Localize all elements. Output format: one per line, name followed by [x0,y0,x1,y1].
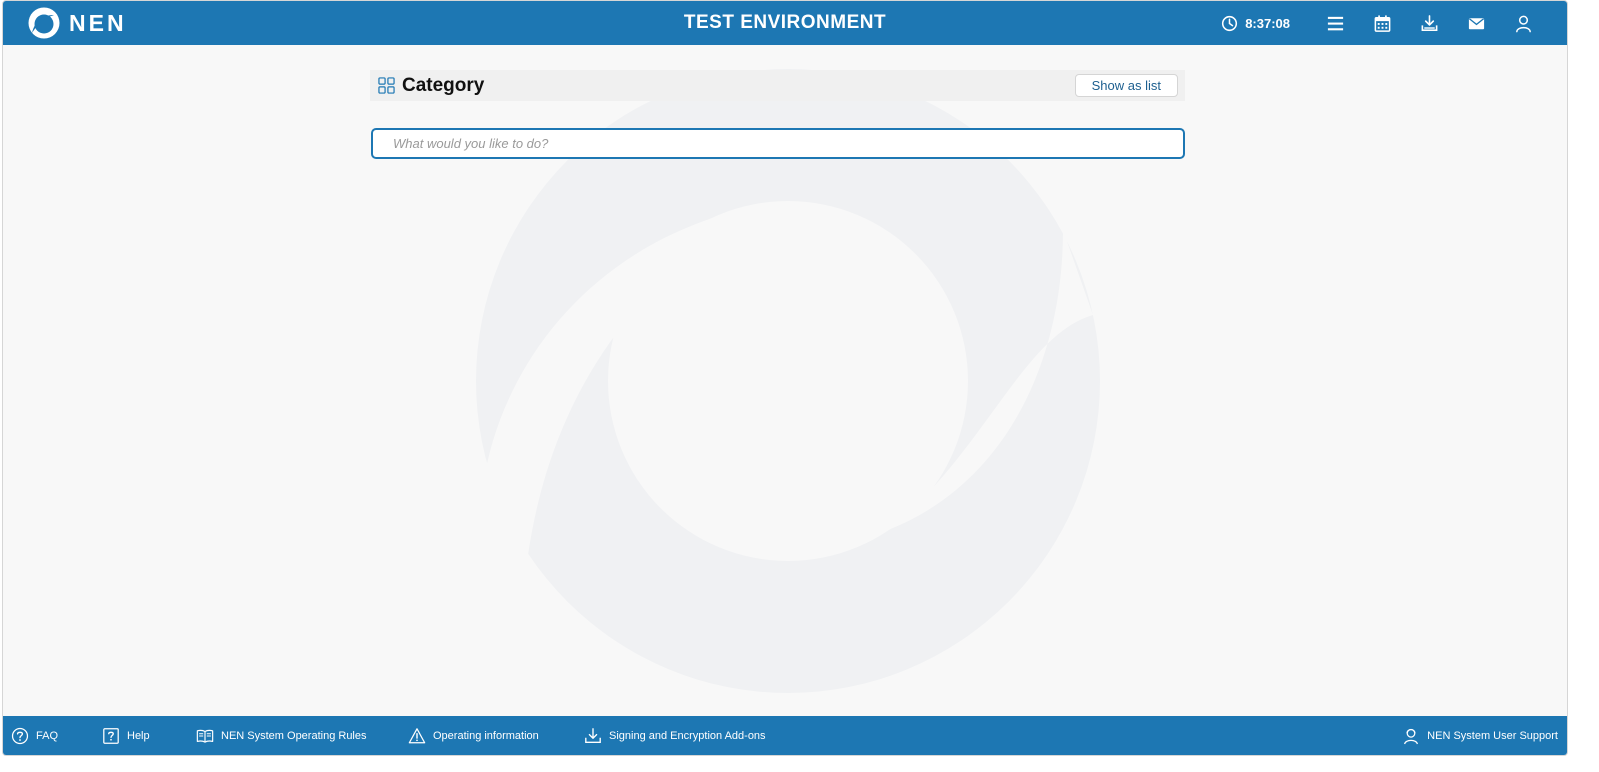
footer-support-link[interactable]: NEN System User Support [1402,716,1558,755]
question-circle-icon [11,727,29,744]
support-agent-icon [1404,728,1419,744]
footer-operating-info-link[interactable]: Operating information [408,716,539,755]
help-square-icon [103,727,119,744]
header-actions: 8:37:08 [1221,1,1547,45]
download-icon [1421,14,1438,31]
footer-rules-label: NEN System Operating Rules [221,729,367,742]
download-tray-icon [585,727,601,743]
menu-button[interactable] [1312,1,1359,45]
footer-faq-link[interactable]: FAQ [11,716,58,755]
menu-icon [1327,16,1344,30]
calendar-button[interactable] [1359,1,1406,45]
show-as-list-button[interactable]: Show as list [1074,74,1178,97]
clock-icon [1222,15,1238,31]
user-profile-button[interactable] [1500,1,1547,45]
category-header: Category Show as list [370,70,1185,101]
user-icon [1516,15,1531,32]
search-input[interactable] [371,128,1185,159]
grid-icon [378,77,395,94]
footer-addons-link[interactable]: Signing and Encryption Add-ons [584,716,766,755]
footer-help-link[interactable]: Help [102,716,150,755]
download-button[interactable] [1406,1,1453,45]
footer-operating-info-label: Operating information [433,729,539,742]
nen-watermark-logo [476,69,1100,693]
page-title: Category [402,74,485,96]
footer-faq-label: FAQ [36,729,59,742]
book-icon [196,729,214,743]
footer-support-label: NEN System User Support [1427,729,1558,742]
session-clock: 8:37:08 [1221,15,1290,32]
clock-time: 8:37:08 [1245,15,1290,31]
calendar-icon [1374,14,1391,32]
footer-help-label: Help [127,729,150,742]
mail-button[interactable] [1453,1,1500,45]
bottom-bar: FAQ Help NEN System Operating Rules Oper… [3,716,1567,755]
top-bar: NEN TEST ENVIRONMENT 8:37:08 [3,1,1567,45]
footer-addons-label: Signing and Encryption Add-ons [609,729,766,742]
mail-icon [1468,17,1485,29]
footer-rules-link[interactable]: NEN System Operating Rules [196,716,367,755]
warning-icon [408,727,426,743]
app-window: NEN TEST ENVIRONMENT 8:37:08 Category Sh… [2,0,1568,756]
